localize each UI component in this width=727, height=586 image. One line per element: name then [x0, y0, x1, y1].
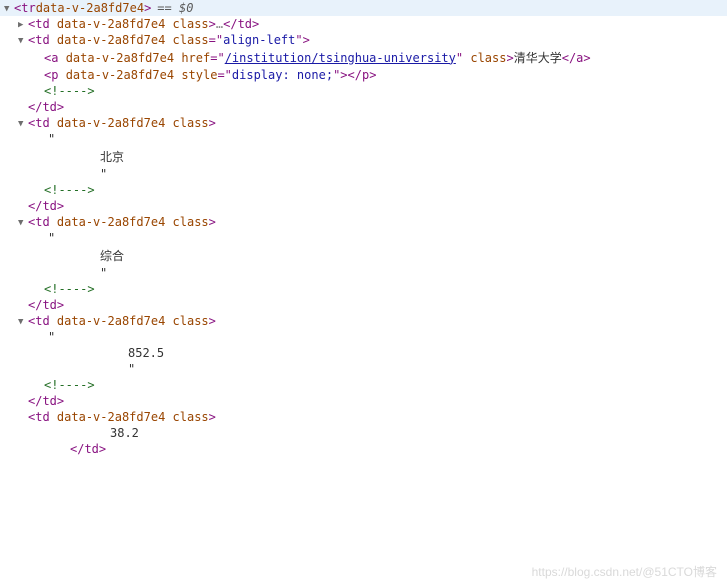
dom-node-td-align-left[interactable]: <td data-v-2a8fd7e4 class="align-left"> — [0, 32, 727, 48]
expand-icon[interactable] — [18, 35, 28, 46]
dom-node-td-category[interactable]: <td data-v-2a8fd7e4 class> — [0, 214, 727, 230]
expand-icon[interactable] — [18, 118, 28, 129]
console-ref: == $0 — [157, 1, 193, 15]
dom-node-td-score2[interactable]: <td data-v-2a8fd7e4 class> — [0, 409, 727, 425]
text-quote: " — [0, 361, 727, 377]
dom-node-p[interactable]: <p data-v-2a8fd7e4 style="display: none;… — [0, 67, 727, 83]
expand-icon[interactable] — [4, 3, 14, 14]
text-quote: " — [0, 131, 727, 147]
expand-icon[interactable] — [18, 217, 28, 228]
dom-node-a[interactable]: <a data-v-2a8fd7e4 href="/institution/ts… — [0, 48, 727, 67]
text-category: 综合 — [0, 246, 727, 265]
comment-node: <!----> — [0, 83, 727, 99]
comment-node: <!----> — [0, 377, 727, 393]
tag-tr: tr — [21, 1, 35, 15]
text-quote: " — [0, 166, 727, 182]
selected-element-row[interactable]: <tr data-v-2a8fd7e4> == $0 — [0, 0, 727, 16]
text-quote: " — [0, 230, 727, 246]
dom-node-td-city[interactable]: <td data-v-2a8fd7e4 class> — [0, 115, 727, 131]
href-link[interactable]: /institution/tsinghua-university — [225, 51, 456, 65]
text-score2: 38.2 — [0, 425, 727, 441]
close-td: </td> — [0, 297, 727, 313]
text-quote: " — [0, 265, 727, 281]
close-td: </td> — [0, 393, 727, 409]
dom-node-td-collapsed[interactable]: <td data-v-2a8fd7e4 class>…</td> — [0, 16, 727, 32]
dom-node-td-score1[interactable]: <td data-v-2a8fd7e4 class> — [0, 313, 727, 329]
close-td: </td> — [0, 441, 727, 457]
comment-node: <!----> — [0, 182, 727, 198]
expand-icon[interactable] — [18, 19, 28, 30]
text-quote: " — [0, 329, 727, 345]
link-text: 清华大学 — [514, 49, 562, 66]
text-score1: 852.5 — [0, 345, 727, 361]
text-city: 北京 — [0, 147, 727, 166]
comment-node: <!----> — [0, 281, 727, 297]
watermark: https://blog.csdn.net/@51CTO博客 — [532, 563, 717, 580]
close-td: </td> — [0, 198, 727, 214]
expand-icon[interactable] — [18, 316, 28, 327]
close-td: </td> — [0, 99, 727, 115]
